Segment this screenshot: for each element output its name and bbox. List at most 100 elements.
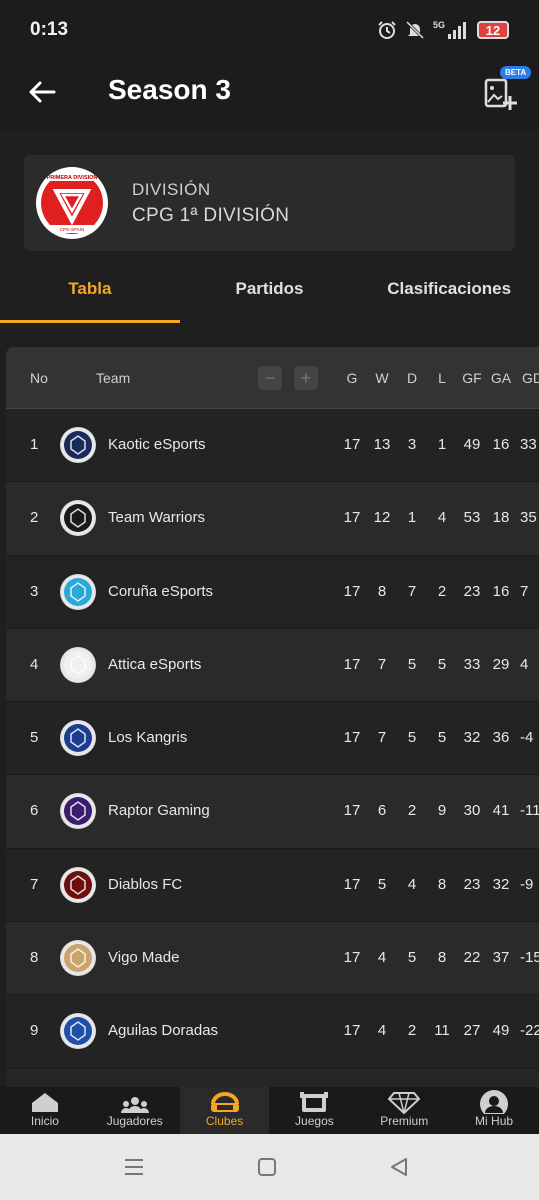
- stat-ga: 18: [492, 509, 510, 527]
- mute-bell-icon: [405, 20, 425, 40]
- stat-l: 2: [437, 582, 447, 600]
- stat-d: 2: [407, 1022, 417, 1040]
- stat-gd: 33: [520, 436, 537, 453]
- zoom-in-button[interactable]: +: [294, 366, 318, 390]
- stat-ga: 49: [492, 1022, 510, 1040]
- stat-l: 9: [437, 802, 447, 820]
- nav-mi-hub[interactable]: Mi Hub: [449, 1087, 539, 1134]
- row-position: 2: [30, 509, 39, 527]
- row-position: 6: [30, 802, 39, 820]
- division-label: DIVISIÓN: [132, 180, 211, 199]
- diamond-icon: [388, 1092, 421, 1114]
- stat-d: 5: [407, 729, 417, 747]
- division-crest-icon: PRIMERA DIVISION CPG-SPAIN: [38, 169, 106, 237]
- stat-g: 17: [343, 875, 361, 893]
- row-position: 7: [30, 875, 39, 893]
- header-g[interactable]: G: [337, 370, 367, 386]
- header-gd[interactable]: GD: [522, 370, 539, 386]
- tab-partidos[interactable]: Partidos: [180, 255, 360, 323]
- recent-apps-icon[interactable]: [123, 1156, 145, 1178]
- header-team[interactable]: Team: [96, 370, 130, 386]
- stat-w: 7: [377, 655, 387, 673]
- table-row[interactable]: 1 Kaotic eSports 17 13 3 1 49 16 33: [6, 409, 539, 483]
- stat-d: 7: [407, 582, 417, 600]
- nav-label-inicio: Inicio: [30, 1114, 59, 1128]
- system-back-icon[interactable]: [388, 1156, 410, 1178]
- table-row[interactable]: 4 Attica eSports 17 7 5 5 33 29 4: [6, 628, 539, 703]
- stat-gf: 23: [463, 875, 481, 893]
- team-crest-icon: [60, 500, 96, 537]
- stat-w: 12: [373, 509, 391, 527]
- table-row[interactable]: 8 Vigo Made 17 4 5 8 22 37 -15: [6, 922, 539, 996]
- stat-l: 1: [437, 436, 447, 453]
- stat-gd: 4: [520, 655, 529, 673]
- stat-l: 4: [437, 509, 447, 527]
- stat-g: 17: [343, 1022, 361, 1040]
- stat-gd: -11: [520, 802, 539, 820]
- header-ga[interactable]: GA: [486, 370, 516, 386]
- nav-label-juegos: Juegos: [295, 1114, 334, 1128]
- tab-clasificaciones[interactable]: Clasificaciones: [359, 255, 539, 323]
- tab-tabla[interactable]: Tabla: [0, 255, 180, 323]
- stat-w: 5: [377, 875, 387, 893]
- header-gf[interactable]: GF: [457, 370, 487, 386]
- profile-icon: [480, 1090, 509, 1114]
- team-name[interactable]: Vigo Made: [108, 949, 179, 966]
- nav-clubes[interactable]: Clubes: [179, 1087, 270, 1134]
- table-row[interactable]: 2 Team Warriors 17 12 1 4 53 18 35: [6, 482, 539, 556]
- team-crest-icon: [60, 866, 96, 903]
- header-no[interactable]: No: [30, 370, 48, 386]
- header-w[interactable]: W: [367, 370, 397, 386]
- add-image-report-icon[interactable]: [480, 74, 520, 114]
- table-row[interactable]: 5 Los Kangris 17 7 5 5 32 36 -4: [6, 702, 539, 776]
- players-icon: [120, 1097, 149, 1113]
- team-crest-icon: [60, 646, 96, 683]
- team-name[interactable]: Team Warriors: [108, 509, 205, 526]
- division-logo: PRIMERA DIVISION CPG-SPAIN: [36, 167, 108, 239]
- team-name[interactable]: Attica eSports: [108, 656, 201, 673]
- back-arrow-icon[interactable]: [26, 76, 58, 108]
- stat-ga: 32: [492, 875, 510, 893]
- nav-premium[interactable]: Premium: [359, 1087, 449, 1134]
- team-name[interactable]: Los Kangris: [108, 729, 187, 746]
- stat-d: 3: [407, 436, 417, 453]
- standings-table: No Team − + G W D L GF GA GD 1 Kaotic eSp…: [6, 347, 539, 1087]
- stat-l: 5: [437, 729, 447, 747]
- team-name[interactable]: Diablos FC: [108, 876, 182, 893]
- row-position: 3: [30, 582, 39, 600]
- row-position: 8: [30, 949, 39, 967]
- header-d[interactable]: D: [397, 370, 427, 386]
- table-row[interactable]: 3 Coruña eSports 17 8 7 2 23 16 7: [6, 555, 539, 629]
- team-name[interactable]: Raptor Gaming: [108, 802, 210, 819]
- stat-ga: 36: [492, 729, 510, 747]
- nav-inicio[interactable]: Inicio: [0, 1087, 90, 1134]
- table-row[interactable]: 7 Diablos FC 17 5 4 8 23 32 -9: [6, 848, 539, 923]
- stat-gf: 53: [463, 509, 481, 527]
- stat-d: 4: [407, 875, 417, 893]
- stat-gd: 7: [520, 582, 529, 600]
- stat-w: 13: [373, 436, 391, 453]
- stat-gf: 32: [463, 729, 481, 747]
- stat-ga: 16: [492, 582, 510, 600]
- zoom-out-button[interactable]: −: [258, 366, 282, 390]
- nav-label-mi-hub: Mi Hub: [475, 1114, 514, 1128]
- stat-gf: 49: [463, 436, 481, 453]
- team-name[interactable]: Coruña eSports: [108, 583, 213, 600]
- team-name[interactable]: Kaotic eSports: [108, 436, 206, 453]
- home-button-icon[interactable]: [257, 1156, 277, 1178]
- status-bar: 0:13 5G 12: [0, 0, 539, 60]
- table-row[interactable]: 6 Raptor Gaming 17 6 2 9 30 41 -11: [6, 775, 539, 849]
- team-name[interactable]: Aguilas Doradas: [108, 1022, 218, 1039]
- nav-juegos[interactable]: Juegos: [269, 1087, 359, 1134]
- stat-w: 4: [377, 949, 387, 967]
- header-l[interactable]: L: [427, 370, 457, 386]
- division-card[interactable]: PRIMERA DIVISION CPG-SPAIN DIVISIÓN CPG …: [24, 155, 515, 251]
- stat-ga: 37: [492, 949, 510, 967]
- nav-jugadores[interactable]: Jugadores: [90, 1087, 180, 1134]
- stat-d: 1: [407, 509, 417, 527]
- table-row[interactable]: 9 Aguilas Doradas 17 4 2 11 27 49 -22: [6, 995, 539, 1069]
- clubs-icon: [210, 1092, 239, 1112]
- home-icon: [31, 1093, 58, 1112]
- status-time: 0:13: [30, 19, 69, 40]
- games-icon: [300, 1092, 329, 1112]
